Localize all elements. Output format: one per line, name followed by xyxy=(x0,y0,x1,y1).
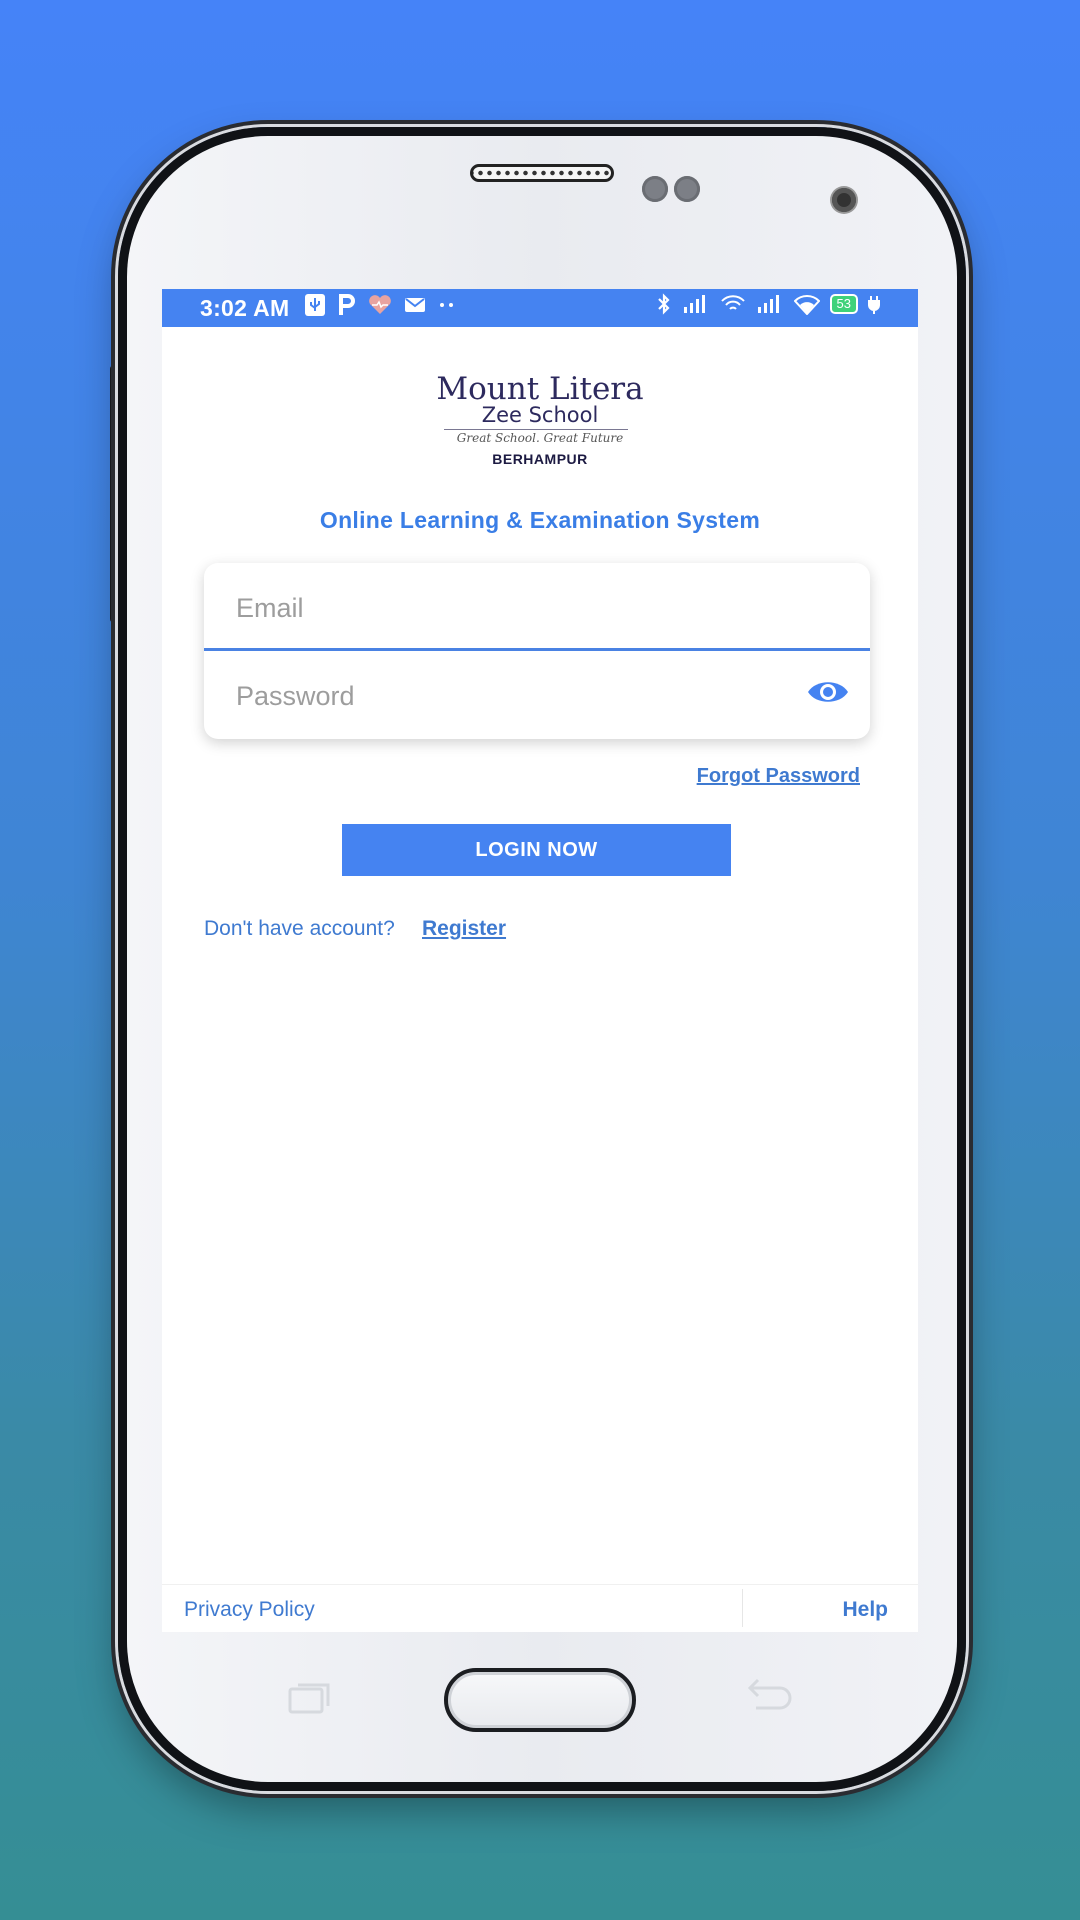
password-field-container xyxy=(204,651,870,739)
back-icon[interactable] xyxy=(746,1676,796,1716)
status-right-icons: 53 xyxy=(656,293,880,315)
status-time: 3:02 AM xyxy=(200,295,290,321)
eye-icon[interactable] xyxy=(806,677,850,707)
usb-icon xyxy=(305,294,325,316)
light-sensor xyxy=(674,176,700,202)
footer-divider xyxy=(742,1589,743,1627)
logo-title: Mount Litera xyxy=(436,371,644,407)
phone-volume-button xyxy=(110,365,118,623)
footer: Privacy Policy Help xyxy=(162,1584,918,1632)
email-field-container xyxy=(204,563,870,651)
status-bar: 3:02 AM 53 xyxy=(162,289,918,327)
logo-city: BERHAMPUR xyxy=(492,451,588,467)
forgot-password-link[interactable]: Forgot Password xyxy=(697,765,860,788)
front-camera xyxy=(832,188,856,212)
logo-tagline: Great School. Great Future xyxy=(456,431,624,445)
earpiece-speaker xyxy=(470,164,614,182)
p-icon xyxy=(339,294,355,315)
help-link[interactable]: Help xyxy=(842,1598,888,1622)
logo-subtitle: Zee School xyxy=(481,403,599,427)
status-left-icons xyxy=(304,293,456,317)
battery-icon: 53 xyxy=(829,294,858,314)
bluetooth-icon xyxy=(657,293,670,315)
recent-apps-icon[interactable] xyxy=(288,1680,332,1714)
page-heading: Online Learning & Examination System xyxy=(319,507,761,533)
login-card xyxy=(204,563,870,739)
signal-icon xyxy=(683,295,705,313)
charging-icon xyxy=(868,296,880,314)
register-link[interactable]: Register xyxy=(422,917,506,941)
app-screen: 3:02 AM 53 Mount Litera Zee School Great… xyxy=(162,289,918,1632)
mail-icon xyxy=(405,298,425,312)
login-button[interactable]: LOGIN NOW xyxy=(342,824,731,876)
privacy-policy-link[interactable]: Privacy Policy xyxy=(184,1598,315,1622)
more-dots-icon xyxy=(440,303,453,307)
register-prompt: Don't have account? xyxy=(204,917,395,940)
wifi-icon xyxy=(793,295,820,315)
home-button[interactable] xyxy=(444,1668,636,1732)
email-input[interactable] xyxy=(234,585,778,631)
password-input[interactable] xyxy=(234,673,778,719)
logo-divider xyxy=(444,429,628,430)
signal-icon xyxy=(757,295,779,313)
wifi-calling-icon xyxy=(720,295,745,310)
heart-icon xyxy=(369,295,391,314)
proximity-sensor xyxy=(642,176,668,202)
